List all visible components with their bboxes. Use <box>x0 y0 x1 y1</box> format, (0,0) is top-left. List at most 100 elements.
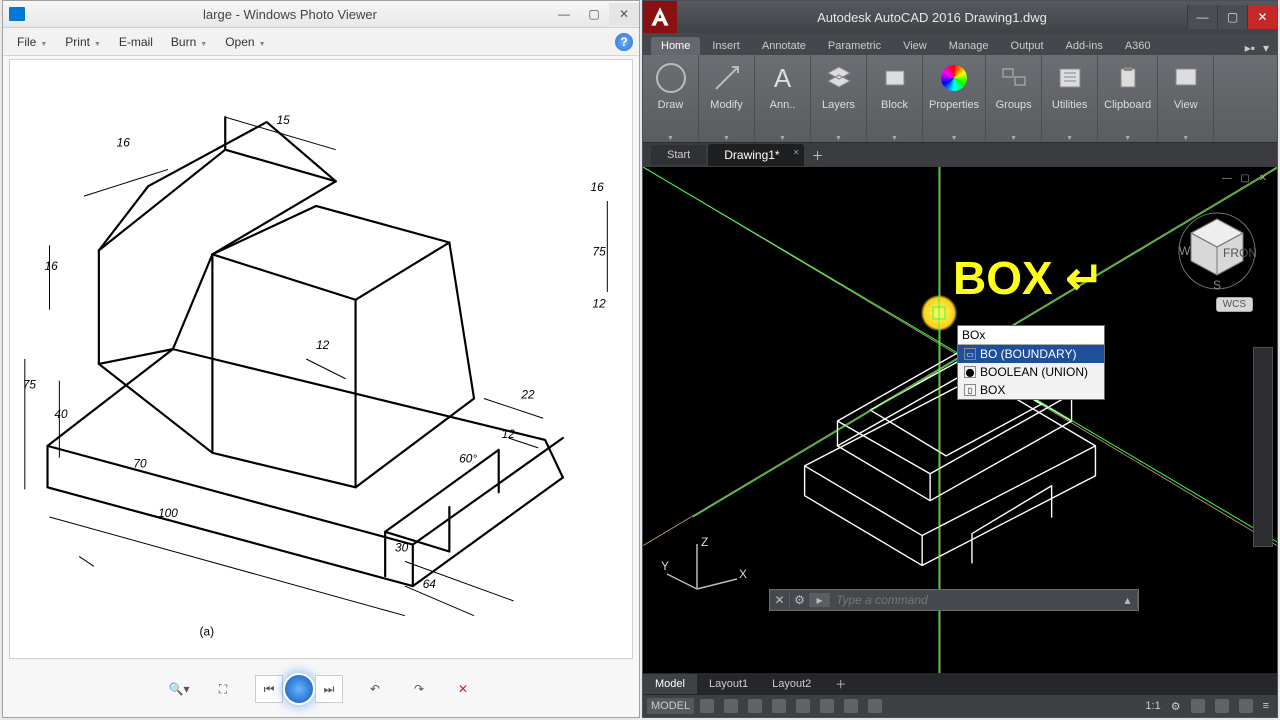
command-input[interactable] <box>830 593 1118 607</box>
annotation-overlay: BOX ↵ <box>953 251 1104 305</box>
cmd-item-boolean[interactable]: ⬤BOOLEAN (UNION) <box>958 363 1104 381</box>
status-snap-icon[interactable] <box>720 697 742 715</box>
fit-window-icon[interactable]: ⛶ <box>211 677 235 701</box>
panel-clipboard[interactable]: Clipboard▼ <box>1098 55 1158 142</box>
pv-menu-print[interactable]: Print▼ <box>57 31 109 53</box>
layout-layout1[interactable]: Layout1 <box>697 674 760 694</box>
pv-menu-file[interactable]: File▼ <box>9 31 55 53</box>
panel-utilities[interactable]: Utilities▼ <box>1042 55 1098 142</box>
status-polar-icon[interactable] <box>768 697 790 715</box>
cmd-item-box[interactable]: ▯BOX <box>958 381 1104 399</box>
pv-maximize-button[interactable]: ▢ <box>579 3 609 25</box>
dim-75a: 75 <box>23 378 37 392</box>
tab-annotate[interactable]: Annotate <box>752 37 816 55</box>
cmdline-close-icon[interactable]: ✕ <box>770 593 790 607</box>
ac-drawing-area[interactable]: — ▢ ✕ <box>643 167 1277 673</box>
panel-groups[interactable]: Groups▼ <box>986 55 1042 142</box>
slideshow-button[interactable] <box>283 673 315 705</box>
next-image-button[interactable]: ⏭ <box>315 675 343 703</box>
panel-annotation[interactable]: A Ann..▼ <box>755 55 811 142</box>
cmdline-config-icon[interactable]: ⚙ <box>790 593 810 607</box>
filetab-start[interactable]: Start <box>651 145 706 165</box>
isometric-drawing: 15 16 16 16 75 75 40 70 100 12 12 12 22 … <box>10 60 632 658</box>
status-customize-icon[interactable]: ≡ <box>1259 698 1273 714</box>
command-input-inline[interactable]: BOx <box>958 326 1104 345</box>
pv-app-icon <box>3 1 31 28</box>
status-ortho-icon[interactable] <box>744 697 766 715</box>
ac-close-button[interactable]: ✕ <box>1247 5 1277 29</box>
panel-block[interactable]: Block▼ <box>867 55 923 142</box>
groups-icon <box>995 59 1033 97</box>
pv-minimize-button[interactable]: — <box>549 3 579 25</box>
rotate-ccw-icon[interactable]: ↶ <box>363 677 387 701</box>
svg-text:FRONT: FRONT <box>1223 246 1257 260</box>
pv-close-button[interactable]: ✕ <box>609 3 639 25</box>
filetab-close-icon[interactable]: ✕ <box>793 148 800 157</box>
ac-maximize-button[interactable]: ▢ <box>1217 5 1247 29</box>
status-anno-icon[interactable] <box>1187 697 1209 715</box>
status-otrack-icon[interactable] <box>840 697 862 715</box>
status-cleanscreen-icon[interactable] <box>1235 697 1257 715</box>
layout-layout2[interactable]: Layout2 <box>760 674 823 694</box>
delete-button[interactable]: ✕ <box>451 677 475 701</box>
pv-titlebar: large - Windows Photo Viewer — ▢ ✕ <box>3 1 639 28</box>
cmdline-history-icon[interactable]: ▴ <box>1118 593 1138 607</box>
modify-icon <box>708 59 746 97</box>
status-workspace-icon[interactable] <box>1211 697 1233 715</box>
layout-model[interactable]: Model <box>643 674 697 694</box>
command-line: ✕ ⚙ ▸ ▴ <box>769 589 1139 611</box>
panel-draw[interactable]: Draw▼ <box>643 55 699 142</box>
tab-home[interactable]: Home <box>651 37 700 55</box>
layout-add-button[interactable]: ＋ <box>823 672 858 696</box>
pv-menubar: File▼ Print▼ E-mail Burn▼ Open▼ ? <box>3 28 639 56</box>
panel-view[interactable]: View▼ <box>1158 55 1214 142</box>
status-model[interactable]: MODEL <box>647 698 694 714</box>
ac-title: Autodesk AutoCAD 2016 Drawing1.dwg <box>677 10 1187 25</box>
command-autocomplete: BOx ▭BO (BOUNDARY) ⬤BOOLEAN (UNION) ▯BOX <box>957 325 1105 400</box>
tab-addins[interactable]: Add-ins <box>1056 37 1113 55</box>
pv-bottom-toolbar: 🔍▾ ⛶ ⏮ ⏭ ↶ ↷ ✕ <box>3 667 639 711</box>
block-icon <box>876 59 914 97</box>
dim-16b: 16 <box>45 259 59 273</box>
status-lwt-icon[interactable] <box>864 697 886 715</box>
filetab-drawing1[interactable]: Drawing1*✕ <box>708 144 803 166</box>
status-bar: MODEL 1:1 ⚙ ≡ <box>643 695 1277 717</box>
pv-image-area: 15 16 16 16 75 75 40 70 100 12 12 12 22 … <box>9 59 633 659</box>
panel-modify[interactable]: Modify▼ <box>699 55 755 142</box>
navigation-bar[interactable] <box>1253 347 1273 547</box>
tab-manage[interactable]: Manage <box>939 37 999 55</box>
dim-100: 100 <box>158 506 178 520</box>
status-gear-icon[interactable]: ⚙ <box>1167 698 1185 715</box>
status-scale[interactable]: 1:1 <box>1141 698 1164 714</box>
rotate-cw-icon[interactable]: ↷ <box>407 677 431 701</box>
pv-help-icon[interactable]: ? <box>615 33 633 51</box>
autocad-app-icon[interactable] <box>643 1 677 33</box>
status-grid-icon[interactable] <box>696 697 718 715</box>
tab-parametric[interactable]: Parametric <box>818 37 891 55</box>
tab-output[interactable]: Output <box>1001 37 1054 55</box>
filetab-add-button[interactable]: ＋ <box>806 145 830 165</box>
cmd-item-boundary[interactable]: ▭BO (BOUNDARY) <box>958 345 1104 363</box>
pv-menu-email[interactable]: E-mail <box>111 31 161 53</box>
viewcube[interactable]: FRONT S W <box>1177 211 1257 291</box>
pv-menu-burn[interactable]: Burn▼ <box>163 31 215 53</box>
prev-image-button[interactable]: ⏮ <box>255 675 283 703</box>
ac-minimize-button[interactable]: — <box>1187 5 1217 29</box>
panel-properties[interactable]: Properties▼ <box>923 55 986 142</box>
dim-12a: 12 <box>316 338 330 352</box>
tab-a360[interactable]: A360 <box>1115 37 1161 55</box>
zoom-slider-icon[interactable]: 🔍▾ <box>167 677 191 701</box>
status-osnap-icon[interactable] <box>792 697 814 715</box>
status-3dosnap-icon[interactable] <box>816 697 838 715</box>
pv-title: large - Windows Photo Viewer <box>31 7 549 22</box>
pv-menu-open[interactable]: Open▼ <box>217 31 273 53</box>
svg-text:S: S <box>1213 278 1221 291</box>
ac-ribbon-tab-row: Home Insert Annotate Parametric View Man… <box>643 33 1277 55</box>
tab-view[interactable]: View <box>893 37 937 55</box>
dim-22: 22 <box>520 387 535 401</box>
dim-15: 15 <box>277 113 291 127</box>
layers-icon <box>820 59 858 97</box>
panel-layers[interactable]: Layers▼ <box>811 55 867 142</box>
tab-insert[interactable]: Insert <box>702 37 750 55</box>
wcs-label[interactable]: WCS <box>1216 297 1253 312</box>
